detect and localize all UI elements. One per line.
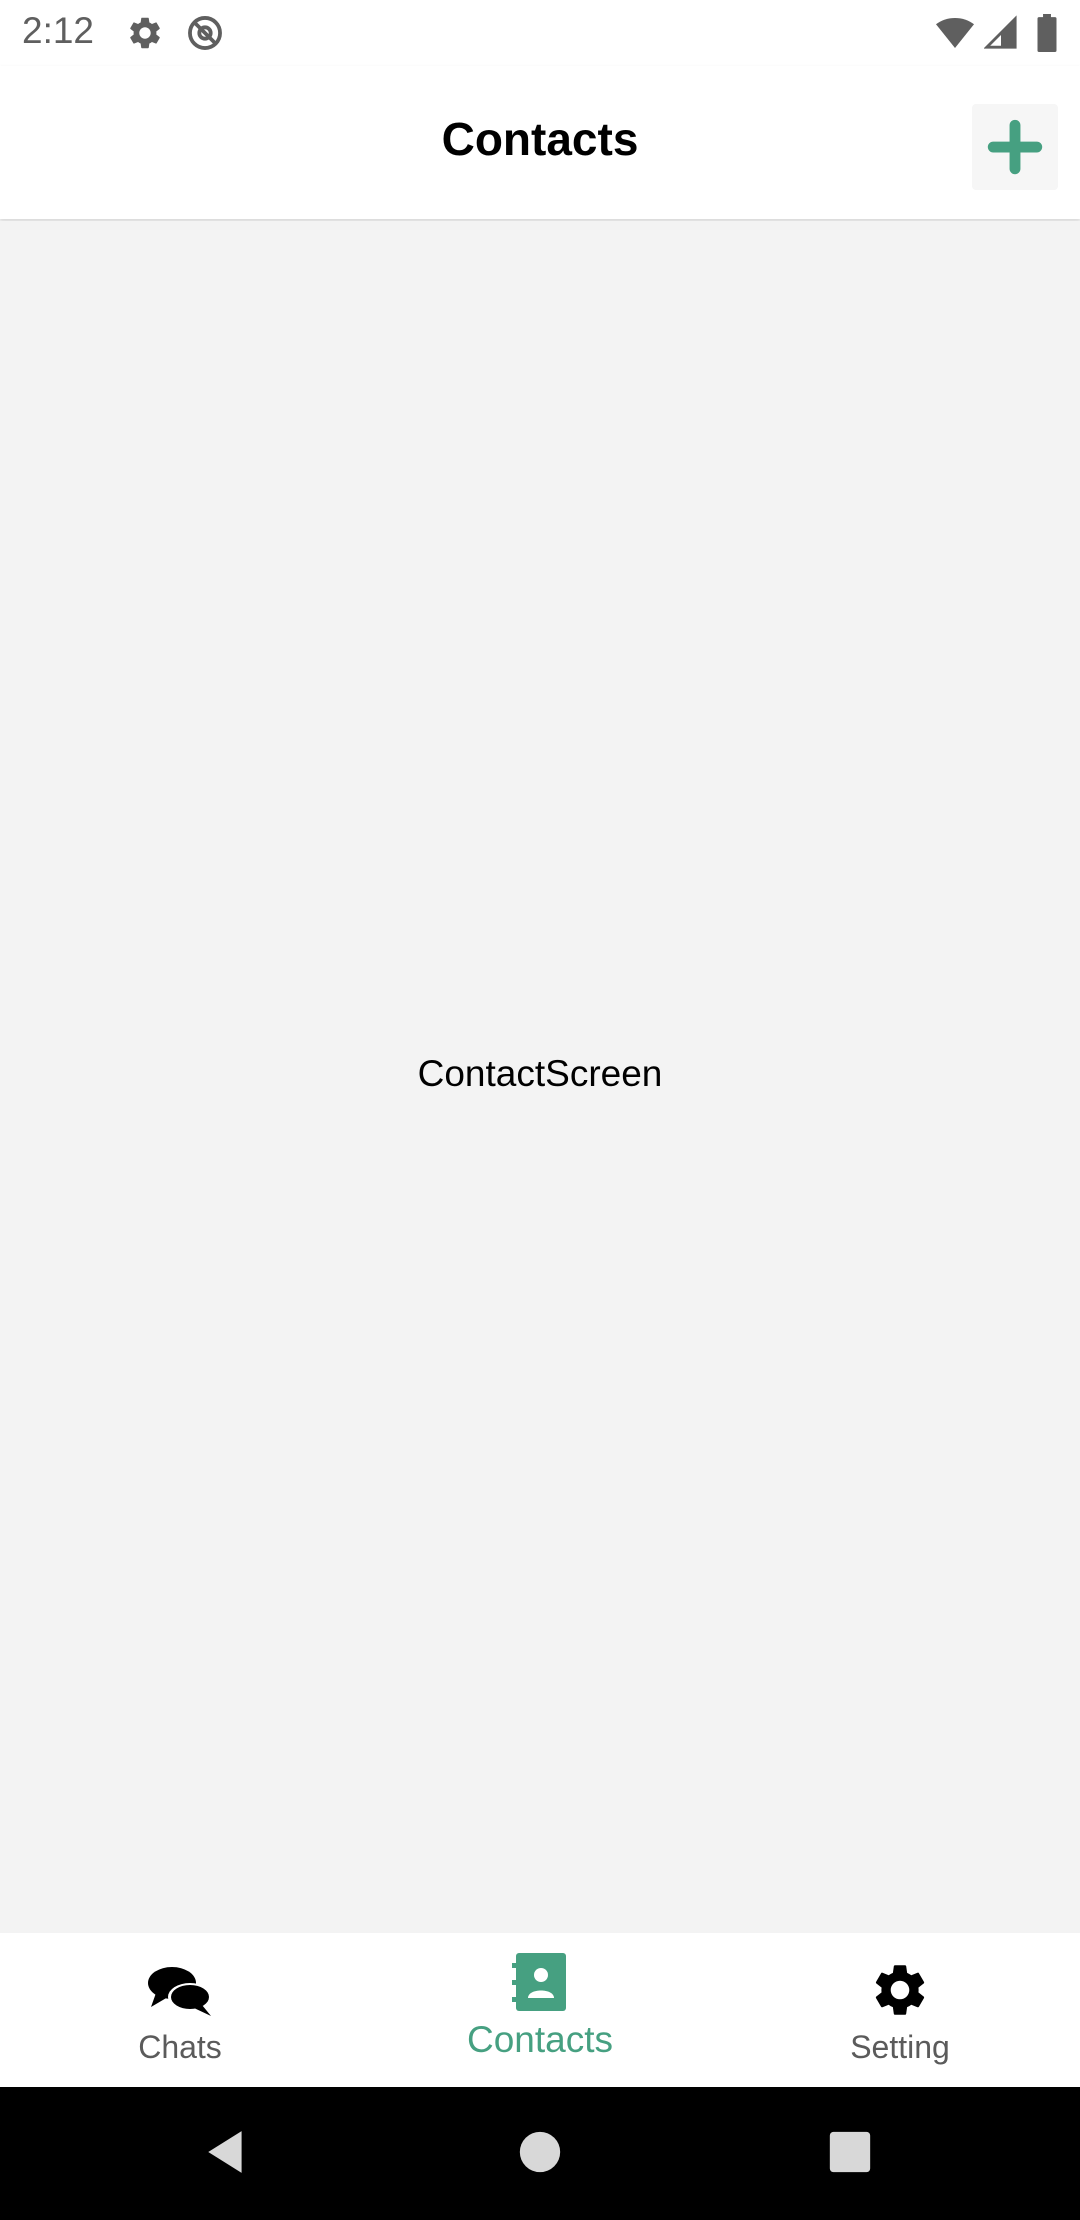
system-nav-bar: [0, 2087, 1080, 2220]
recents-button[interactable]: [815, 2117, 885, 2187]
back-button[interactable]: [192, 2117, 262, 2187]
recents-icon: [829, 2131, 871, 2173]
home-icon: [519, 2131, 561, 2173]
wifi-icon: [936, 17, 974, 49]
contact-screen-placeholder: ContactScreen: [417, 1053, 663, 1094]
contact-book-icon: [512, 1953, 566, 2011]
at-sign-icon: [188, 16, 222, 50]
back-icon: [208, 2131, 242, 2173]
battery-icon: [1037, 14, 1057, 52]
signal-icon: [984, 15, 1017, 49]
gear-icon: [875, 1965, 925, 2015]
status-bar: 2:12: [0, 0, 1080, 66]
gear-icon: [130, 17, 160, 49]
contact-screen: ContactScreen: [0, 221, 1080, 1933]
tab-contacts[interactable]: Contacts: [360, 1933, 720, 2087]
app-header: Contacts: [0, 66, 1080, 219]
chat-bubbles-icon: [148, 1967, 212, 2016]
add-contact-button[interactable]: [972, 104, 1058, 190]
tab-setting[interactable]: Setting: [720, 1933, 1080, 2087]
tab-chats[interactable]: Chats: [0, 1933, 360, 2087]
tab-contacts-label: Contacts: [466, 2019, 613, 2060]
home-button[interactable]: [505, 2117, 575, 2187]
bottom-tab-bar: Chats Contacts Setting: [0, 1933, 1080, 2087]
plus-icon: [987, 119, 1043, 175]
tab-setting-label: Setting: [850, 2029, 950, 2065]
page-title: Contacts: [441, 113, 639, 165]
status-time: 2:12: [22, 10, 95, 51]
tab-chats-label: Chats: [138, 2029, 222, 2065]
